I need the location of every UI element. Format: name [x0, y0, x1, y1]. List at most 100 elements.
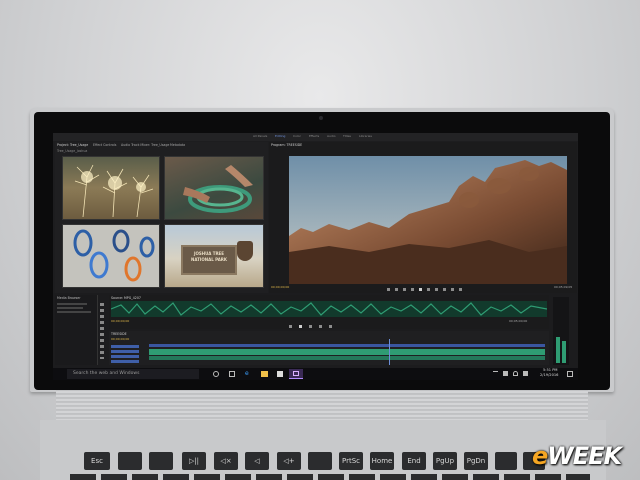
tab-project[interactable]: Project: Tree_Usage: [57, 143, 88, 147]
edge-browser-icon[interactable]: e: [245, 371, 251, 377]
workspace-tab-audio[interactable]: Audio: [327, 134, 336, 138]
clip-thumbnail-cactus[interactable]: [62, 156, 160, 220]
timeline-title: TREESIDE: [111, 332, 127, 336]
audio-clip-bar-2[interactable]: [149, 356, 545, 360]
key-end[interactable]: End: [402, 452, 426, 470]
project-panel: Project: Tree_Usage Effect Controls Audi…: [55, 142, 268, 293]
taskbar-date[interactable]: 2/19/2016: [540, 373, 558, 377]
timeline-area: Media Browser Source: MPG_4207 00;00;00;…: [53, 293, 578, 368]
media-browser-title: Media Browser: [57, 296, 81, 300]
project-path: Tree_Usage_Joshua: [57, 149, 88, 153]
laptop-screen: All Panels Editing Color Effects Audio T…: [53, 133, 578, 380]
file-explorer-icon[interactable]: [261, 371, 268, 377]
cortana-icon[interactable]: [213, 371, 219, 377]
extract-button[interactable]: [451, 288, 454, 291]
tab-audio-track-mixer[interactable]: Audio Track Mixer: Tree_Usage: [121, 143, 169, 147]
windows-start-icon[interactable]: [57, 371, 63, 377]
clip-thumbnail-rope[interactable]: [164, 156, 264, 220]
tab-effect-controls[interactable]: Effect Controls: [93, 143, 116, 147]
taskbar-search-box[interactable]: Search the web and Windows: [67, 369, 199, 379]
premiere-taskbar-button[interactable]: [289, 369, 303, 379]
playhead[interactable]: [389, 339, 390, 365]
park-sign-line1: JOSHUA TREE: [193, 251, 224, 256]
program-timecode-current: 00;00;00;00: [271, 285, 290, 289]
laptop-hinge: [56, 390, 588, 424]
task-view-icon[interactable]: [229, 371, 235, 377]
source-audio-waveform[interactable]: [110, 301, 548, 317]
premiere-pro-icon: [293, 371, 299, 376]
clip-thumbnail-park-sign[interactable]: JOSHUA TREE NATIONAL PARK: [164, 224, 264, 288]
key-mute[interactable]: ◁×: [214, 452, 238, 470]
media-browser-row[interactable]: [57, 311, 91, 313]
timeline-panel: TREESIDE 00;00;00;00: [109, 331, 549, 365]
rope-image: [183, 165, 253, 213]
taskbar-search-placeholder: Search the web and Windows: [73, 371, 140, 376]
taskbar-time[interactable]: 5:51 PM: [543, 368, 557, 372]
workspace-tab-editing[interactable]: Editing: [275, 134, 285, 138]
source-insert-button[interactable]: [319, 325, 322, 328]
eweek-watermark-rest: WEEK: [547, 442, 622, 470]
source-step-back-button[interactable]: [289, 325, 292, 328]
workspace-tab-all-panels[interactable]: All Panels: [253, 134, 267, 138]
media-browser-row[interactable]: [57, 307, 83, 309]
camera: [319, 116, 323, 120]
audio-meter-right: [562, 341, 566, 363]
source-step-forward-button[interactable]: [309, 325, 312, 328]
key-f2[interactable]: [149, 452, 173, 470]
key-f7[interactable]: [308, 452, 332, 470]
keyboard-deck: [40, 420, 606, 480]
export-frame-button[interactable]: [459, 288, 462, 291]
premiere-header: All Panels Editing Color Effects Audio T…: [53, 133, 578, 141]
notification-chevron-icon[interactable]: [493, 371, 498, 377]
source-play-button[interactable]: [299, 325, 302, 328]
windows-taskbar: Search the web and Windows e 5:51 PM 2/1…: [53, 368, 578, 380]
keyboard-second-row: [70, 474, 590, 480]
go-to-in-button[interactable]: [403, 288, 406, 291]
workspace-tab-color[interactable]: Color: [293, 134, 301, 138]
media-browser-row[interactable]: [57, 303, 87, 305]
mark-out-button[interactable]: [395, 288, 398, 291]
audio-meters: [553, 297, 569, 365]
key-f1[interactable]: [118, 452, 142, 470]
audio-clip-bar[interactable]: [149, 349, 545, 355]
battery-icon[interactable]: [503, 371, 508, 376]
climbing-gear-image: [63, 225, 159, 287]
key-prtsc[interactable]: PrtSc: [339, 452, 363, 470]
key-pgdn[interactable]: PgDn: [464, 452, 488, 470]
tools-panel[interactable]: [100, 303, 104, 359]
key-f12[interactable]: [495, 452, 517, 470]
play-button[interactable]: [419, 288, 422, 291]
program-monitor: Program: TREESIDE 00;00;00;00 00;05;09;0…: [269, 142, 577, 293]
waveform-graphic: [110, 302, 548, 316]
source-timecode-duration: 00;05;00;00: [509, 319, 528, 323]
action-center-icon[interactable]: [567, 371, 573, 377]
step-back-button[interactable]: [411, 288, 414, 291]
lift-button[interactable]: [443, 288, 446, 291]
key-volume-down[interactable]: ◁: [245, 452, 269, 470]
go-to-out-button[interactable]: [435, 288, 438, 291]
video-clip-bar[interactable]: [149, 344, 545, 347]
program-monitor-title: Program: TREESIDE: [271, 143, 303, 147]
store-icon[interactable]: [277, 371, 283, 377]
workspace-tab-libraries[interactable]: Libraries: [359, 134, 372, 138]
mark-in-button[interactable]: [387, 288, 390, 291]
key-esc[interactable]: Esc: [84, 452, 110, 470]
wifi-icon[interactable]: [513, 371, 518, 376]
volume-icon[interactable]: [523, 371, 528, 376]
source-monitor: Source: MPG_4207 00;00;00;00 00;05;00;00: [109, 295, 549, 329]
source-monitor-title: Source: MPG_4207: [111, 296, 141, 300]
key-volume-up[interactable]: ◁+: [277, 452, 301, 470]
step-forward-button[interactable]: [427, 288, 430, 291]
key-home[interactable]: Home: [370, 452, 394, 470]
clip-thumbnail-climbing-gear[interactable]: [62, 224, 160, 288]
timeline-timecode: 00;00;00;00: [111, 337, 130, 341]
source-overwrite-button[interactable]: [329, 325, 332, 328]
program-video-frame[interactable]: [289, 156, 567, 284]
track-headers[interactable]: [111, 345, 139, 363]
key-play-pause[interactable]: ▷||: [182, 452, 206, 470]
cactus-image: [74, 164, 154, 218]
key-pgup[interactable]: PgUp: [433, 452, 457, 470]
tab-metadata[interactable]: Metadata: [170, 143, 185, 147]
workspace-tab-titles[interactable]: Titles: [343, 134, 351, 138]
workspace-tab-effects[interactable]: Effects: [309, 134, 319, 138]
